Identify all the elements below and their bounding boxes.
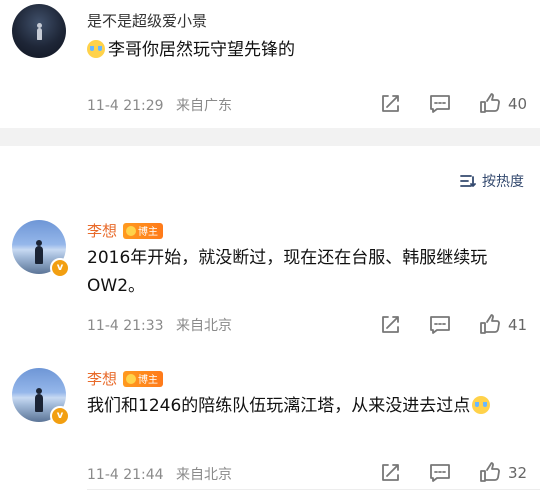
sort-row: 按热度 xyxy=(0,146,540,202)
like-count: 32 xyxy=(508,464,528,482)
comment-location: 来自北京 xyxy=(176,318,233,334)
comment-text: 我们和1246的陪练队伍玩漓江塔，从来没进去过点 xyxy=(87,396,471,416)
share-icon[interactable] xyxy=(378,92,402,116)
crying-emoji-icon xyxy=(472,396,491,414)
like-count: 41 xyxy=(508,316,528,334)
like-icon[interactable] xyxy=(478,313,502,337)
comment-location: 来自广东 xyxy=(176,98,233,114)
sort-label: 按热度 xyxy=(482,174,524,190)
username-row: 李想 博主 xyxy=(87,220,164,241)
comment-icon[interactable] xyxy=(428,313,452,337)
comment-text: 李哥你居然玩守望先锋的 xyxy=(108,40,295,60)
sort-icon xyxy=(460,175,476,187)
crying-emoji-icon xyxy=(87,40,105,58)
comment-icon[interactable] xyxy=(428,461,452,485)
avatar-figure xyxy=(35,240,43,264)
like-icon[interactable] xyxy=(478,92,502,116)
avatar-figure xyxy=(35,388,43,412)
comment-location: 来自北京 xyxy=(176,467,233,483)
author-tag-icon xyxy=(126,225,137,236)
bottom-divider xyxy=(87,489,540,490)
comment-meta: 11-4 21:44 来自北京 xyxy=(87,464,232,484)
share-icon[interactable] xyxy=(378,313,402,337)
username[interactable]: 是不是超级爱小景 xyxy=(87,10,207,31)
avatar[interactable] xyxy=(12,4,66,58)
author-tag: 博主 xyxy=(123,370,164,387)
username[interactable]: 李想 xyxy=(87,220,117,241)
author-tag-icon xyxy=(126,373,137,384)
comment-meta: 11-4 21:33 来自北京 xyxy=(87,315,232,335)
comment-meta: 11-4 21:29 来自广东 xyxy=(87,95,232,115)
like-icon[interactable] xyxy=(478,461,502,485)
top-comment: 是不是超级爱小景 李哥你居然玩守望先锋的 11-4 21:29 来自广东 40 xyxy=(0,0,540,128)
comment-content: 我们和1246的陪练队伍玩漓江塔，从来没进去过点 xyxy=(87,392,527,420)
comment-date: 11-4 21:33 xyxy=(87,318,164,334)
author-tag: 博主 xyxy=(123,222,164,239)
sort-by-heat-button[interactable]: 按热度 xyxy=(460,171,524,191)
verified-badge-icon: v xyxy=(50,258,70,278)
comment-actions: 32 xyxy=(352,461,528,485)
username[interactable]: 李想 xyxy=(87,368,117,389)
comment-date: 11-4 21:29 xyxy=(87,98,164,114)
comment-icon[interactable] xyxy=(428,92,452,116)
username-row: 李想 博主 xyxy=(87,368,164,389)
comment-actions: 41 xyxy=(352,313,528,337)
author-tag-label: 博主 xyxy=(138,227,159,238)
like-count: 40 xyxy=(508,95,528,113)
avatar-figure xyxy=(37,23,42,40)
comment-content: 李哥你居然玩守望先锋的 xyxy=(87,36,527,64)
author-tag-label: 博主 xyxy=(138,375,159,386)
comment-content: 2016年开始，就没断过，现在还在台服、韩服继续玩OW2。 xyxy=(87,248,488,296)
comment-actions: 40 xyxy=(352,92,528,116)
share-icon[interactable] xyxy=(378,461,402,485)
verified-badge-icon: v xyxy=(50,406,70,426)
comment-date: 11-4 21:44 xyxy=(87,467,164,483)
section-divider xyxy=(0,128,540,146)
